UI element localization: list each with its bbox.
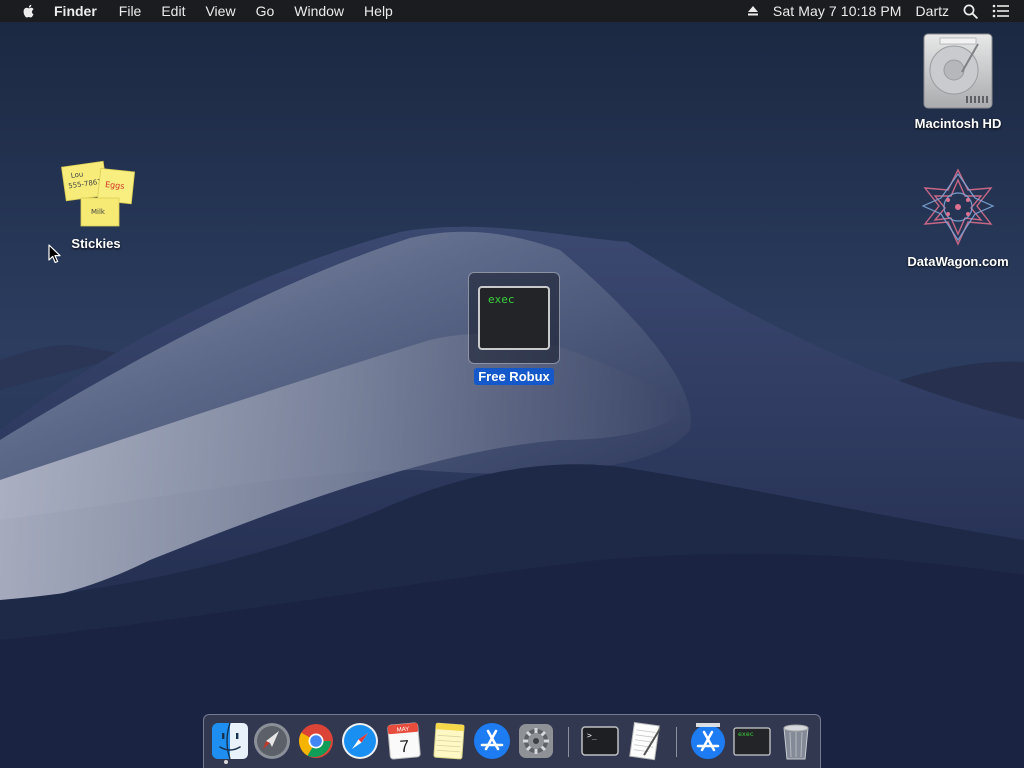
app-store-icon[interactable] bbox=[472, 721, 512, 761]
exec-document-icon[interactable]: exec bbox=[732, 721, 772, 761]
apple-logo-icon[interactable] bbox=[21, 3, 37, 19]
finder-running-indicator bbox=[224, 760, 228, 764]
trash-icon[interactable] bbox=[776, 721, 816, 761]
chrome-icon[interactable] bbox=[296, 721, 336, 761]
menubar-clock[interactable]: Sat May 7 10:18 PM bbox=[773, 3, 902, 19]
dock-separator bbox=[568, 727, 569, 757]
menu-finder[interactable]: Finder bbox=[54, 0, 109, 22]
calendar-page-icon: MAY 7 bbox=[387, 722, 421, 760]
notification-center-icon[interactable] bbox=[992, 4, 1010, 18]
finder-icon[interactable] bbox=[210, 721, 250, 761]
exec-terminal-icon: exec bbox=[733, 727, 771, 756]
system-preferences-icon[interactable] bbox=[516, 721, 556, 761]
desktop-icon-label[interactable]: DataWagon.com bbox=[903, 253, 1012, 270]
terminal-icon[interactable]: >_ bbox=[580, 721, 620, 761]
dock-separator bbox=[676, 727, 677, 757]
spotlight-search-icon[interactable] bbox=[963, 4, 978, 19]
menu-bar: Finder File Edit View Go Window Help Sat… bbox=[0, 0, 1024, 22]
mouse-cursor-icon bbox=[48, 244, 61, 264]
dock-exec-text: exec bbox=[738, 730, 754, 738]
desktop-icon-stickies[interactable]: Lou 555-7861 Eggs Milk Stickies bbox=[40, 156, 152, 253]
menu-window[interactable]: Window bbox=[284, 0, 354, 22]
notes-icon[interactable] bbox=[428, 721, 468, 761]
menu-edit[interactable]: Edit bbox=[151, 0, 195, 22]
calendar-icon[interactable]: MAY 7 bbox=[384, 721, 424, 761]
app-store-stack-icon[interactable] bbox=[688, 721, 728, 761]
sticky-note-line: Milk bbox=[91, 208, 106, 216]
exec-icon-text: exec bbox=[488, 293, 515, 306]
desktop-icon-label[interactable]: Stickies bbox=[67, 235, 124, 252]
exec-file-icon: exec bbox=[478, 286, 550, 350]
svg-text:>_: >_ bbox=[587, 731, 597, 740]
launchpad-icon[interactable] bbox=[252, 721, 292, 761]
menu-view[interactable]: View bbox=[195, 0, 245, 22]
desktop-icon-datawagon[interactable]: DataWagon.com bbox=[902, 166, 1014, 271]
calendar-month: MAY bbox=[397, 727, 410, 734]
menu-help[interactable]: Help bbox=[354, 0, 403, 22]
safari-icon[interactable] bbox=[340, 721, 380, 761]
menubar-user[interactable]: Dartz bbox=[916, 3, 949, 19]
calendar-day: 7 bbox=[399, 737, 410, 757]
datawagon-star-icon bbox=[921, 168, 995, 246]
desktop-icon-free-robux[interactable]: exec Free Robux bbox=[460, 272, 568, 386]
menu-file[interactable]: File bbox=[109, 0, 152, 22]
selection-frame: exec bbox=[468, 272, 560, 364]
desktop-icon-label[interactable]: Macintosh HD bbox=[911, 115, 1006, 132]
desktop-icon-label[interactable]: Free Robux bbox=[474, 368, 554, 385]
dock: MAY 7 >_ exec bbox=[203, 714, 821, 768]
textedit-icon[interactable] bbox=[624, 721, 664, 761]
stickies-icon: Lou 555-7861 Eggs Milk bbox=[61, 160, 136, 227]
hard-drive-icon bbox=[923, 33, 993, 109]
desktop-icon-macintosh-hd[interactable]: Macintosh HD bbox=[902, 30, 1014, 133]
menu-go[interactable]: Go bbox=[246, 0, 285, 22]
eject-icon[interactable] bbox=[747, 5, 759, 17]
